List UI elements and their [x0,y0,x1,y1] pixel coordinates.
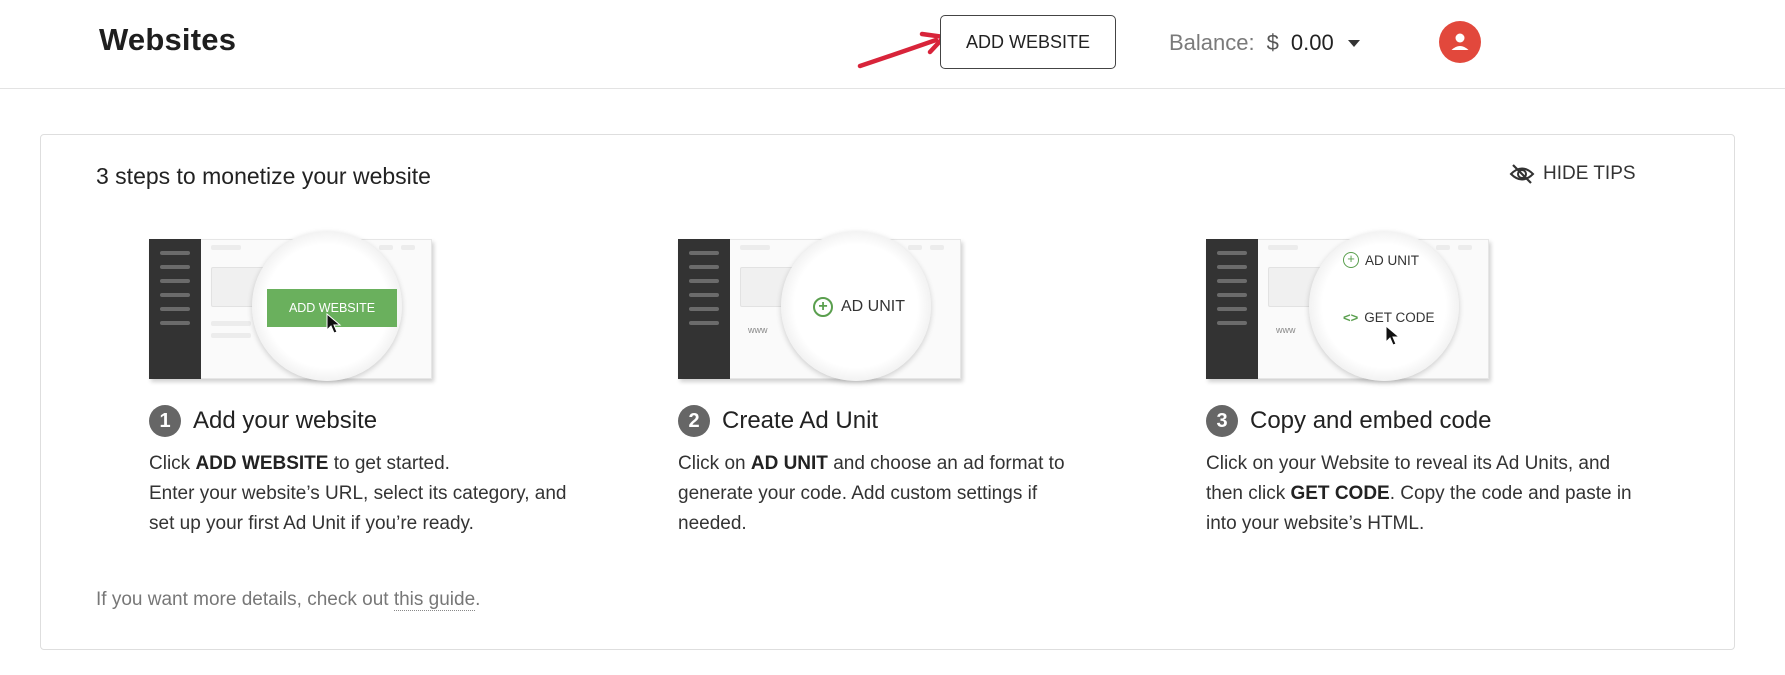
text-fragment: Click on [678,453,751,474]
step-3-heading: 3 Copy and embed code [1206,405,1656,437]
user-avatar[interactable] [1439,21,1481,63]
tips-title: 3 steps to monetize your website [96,163,431,189]
caret-down-icon [1347,39,1360,47]
step-1-heading: 1 Add your website [149,405,599,437]
text-fragment: to get started. [328,453,450,474]
step-title: Create Ad Unit [722,407,879,434]
step-number-badge: 3 [1206,405,1238,437]
step-3-illustration: www + AD UNIT <> GET CODE [1206,231,1496,381]
currency-symbol: $ [1266,30,1279,55]
guide-note-text: If you want more details, check out [96,589,394,610]
step-3-description: Click on your Website to reveal its Ad U… [1206,449,1636,539]
guide-note-end: . [475,589,481,610]
step-2: www + AD UNIT 2 Create Ad Unit Click on … [678,231,1128,539]
add-website-button[interactable]: ADD WEBSITE [940,15,1116,69]
guide-link[interactable]: this guide [393,589,476,611]
user-icon [1451,33,1469,50]
step-1-illustration: ADD WEBSITE [149,231,439,381]
text-emphasis: GET CODE [1290,483,1390,504]
top-bar: Websites ADD WEBSITE Balance: $ 0.00 [0,0,1785,89]
illustration-ad-unit: + AD UNIT [813,297,905,317]
balance-dropdown[interactable]: Balance: $ 0.00 [1169,28,1360,58]
cursor-icon [1385,325,1401,346]
step-number-badge: 2 [678,405,710,437]
text-emphasis: AD UNIT [750,453,828,474]
step-2-heading: 2 Create Ad Unit [678,405,1128,437]
step-2-illustration: www + AD UNIT [678,231,968,381]
text-emphasis: ADD WEBSITE [195,453,329,474]
www-label: www [1276,325,1296,335]
text-fragment: Enter your website’s URL, select its cat… [149,483,567,534]
www-label: www [748,325,768,335]
hide-tips-label: HIDE TIPS [1543,163,1636,184]
step-title: Copy and embed code [1250,407,1492,434]
code-icon: <> [1343,310,1359,325]
step-1: ADD WEBSITE 1 Add your website Click ADD… [149,231,599,539]
illustration-ad-unit: + AD UNIT [1343,252,1419,268]
tips-card: 3 steps to monetize your website HIDE TI… [40,134,1735,650]
plus-circle-icon: + [813,297,833,317]
guide-note: If you want more details, check out this… [96,589,480,611]
step-number-badge: 1 [149,405,181,437]
get-code-label: GET CODE [1364,310,1435,325]
illustration-get-code: <> GET CODE [1343,310,1434,325]
page-title: Websites [99,22,237,57]
step-1-description: Click ADD WEBSITE to get started. Enter … [149,449,579,539]
ad-unit-label: AD UNIT [841,298,905,315]
plus-circle-icon: + [1343,252,1359,268]
step-2-description: Click on AD UNIT and choose an ad format… [678,449,1108,539]
hide-tips-button[interactable]: HIDE TIPS [1509,163,1636,185]
step-title: Add your website [193,407,378,434]
eye-off-icon [1509,164,1535,184]
balance-label: Balance: [1169,30,1255,55]
text-fragment: Click [149,453,196,474]
step-3: www + AD UNIT <> GET CODE 3 Copy and emb… [1206,231,1656,539]
cursor-icon [326,313,342,334]
balance-amount: 0.00 [1290,30,1334,55]
ad-unit-label: AD UNIT [1365,252,1419,268]
